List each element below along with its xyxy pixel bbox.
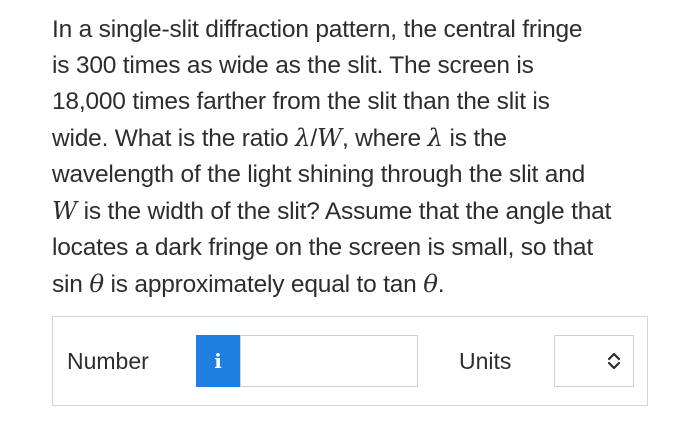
question-text-segment: 18,000 times farther from the slit than … <box>52 88 550 115</box>
question-text-segment: sin <box>52 271 90 298</box>
lambda-symbol: λ <box>295 123 311 152</box>
question-line: wavelength of the light shining through … <box>52 157 672 193</box>
question-text-segment: wide. What is the ratio <box>52 125 296 152</box>
theta-symbol: θ <box>89 269 104 298</box>
lambda-symbol: λ <box>427 123 444 152</box>
question-line: W is the width of the slit? Assume that … <box>52 193 672 230</box>
question-text-segment: is the width of the slit? Assume that th… <box>76 198 612 225</box>
question-line: 18,000 times farther from the slit than … <box>52 84 672 120</box>
question-text-segment: is the <box>442 125 507 152</box>
w-symbol: W <box>316 123 342 152</box>
question-text-segment: is approximately equal to tan <box>103 271 424 298</box>
up-down-chevron-icon <box>607 352 621 370</box>
w-symbol: W <box>52 196 77 225</box>
question-text-segment: In a single-slit diffraction pattern, th… <box>52 16 583 43</box>
question-line: In a single-slit diffraction pattern, th… <box>52 12 672 48</box>
question-text-segment: . <box>437 271 445 298</box>
answer-panel: Number i Units <box>52 316 648 406</box>
units-label: Units <box>459 348 512 374</box>
question-line: wide. What is the ratio λ/W, where λ is … <box>52 120 672 157</box>
question-text-segment: / <box>310 125 317 152</box>
question-line: is 300 times as wide as the slit. The sc… <box>52 48 672 84</box>
question-line: sin θ is approximately equal to tan θ. <box>52 266 672 303</box>
number-input[interactable] <box>240 335 418 387</box>
number-label: Number <box>67 348 149 374</box>
theta-symbol: θ <box>423 269 438 298</box>
question-text-segment: wavelength of the light shining through … <box>52 161 586 188</box>
units-select[interactable] <box>554 335 634 387</box>
info-icon[interactable]: i <box>196 335 240 387</box>
question-text-segment: locates a dark fringe on the screen is s… <box>52 234 593 261</box>
question-line: locates a dark fringe on the screen is s… <box>52 230 672 266</box>
question-text-segment: is 300 times as wide as the slit. The sc… <box>52 52 534 79</box>
question-text-segment: , where <box>341 125 428 152</box>
question-text: In a single-slit diffraction pattern, th… <box>52 12 672 303</box>
